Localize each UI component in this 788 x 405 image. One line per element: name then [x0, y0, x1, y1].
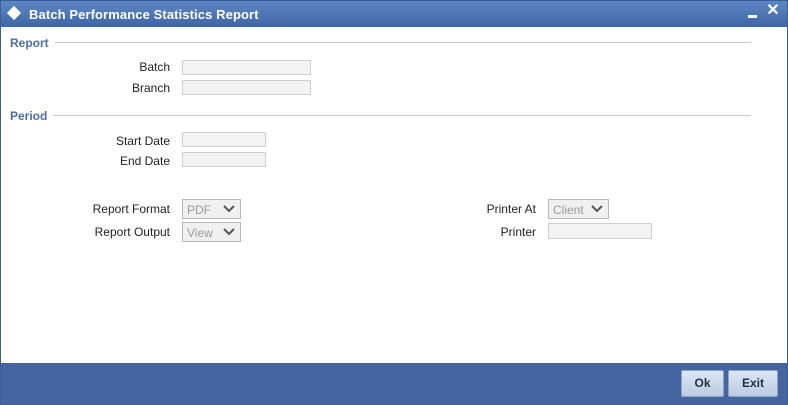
batch-field[interactable] [182, 60, 311, 75]
period-section-title: Period [10, 109, 48, 123]
start-date-label: Start Date [115, 134, 170, 148]
start-date-field[interactable] [182, 132, 266, 147]
report-section-title: Report [10, 36, 49, 50]
footer-bar: Ok Exit [1, 363, 787, 404]
printer-at-select[interactable]: Client [548, 199, 609, 219]
diamond-icon [6, 5, 22, 21]
period-section-divider [53, 115, 751, 116]
exit-button[interactable]: Exit [728, 370, 778, 397]
chevron-down-icon [223, 228, 235, 236]
report-format-label: Report Format [92, 202, 170, 216]
printer-at-value: Client [553, 203, 584, 217]
printer-label: Printer [500, 225, 536, 239]
printer-at-label: Printer At [486, 202, 536, 216]
printer-field[interactable] [548, 223, 652, 239]
end-date-field[interactable] [182, 152, 266, 167]
ok-button[interactable]: Ok [681, 370, 724, 397]
report-output-label: Report Output [94, 225, 170, 239]
chevron-down-icon [223, 205, 235, 213]
batch-label: Batch [139, 60, 170, 74]
chevron-down-icon [591, 205, 603, 213]
end-date-label: End Date [119, 154, 170, 168]
report-output-select[interactable]: View [182, 222, 241, 242]
report-window: Batch Performance Statistics Report ✕ Re… [0, 0, 788, 405]
report-section-divider [55, 42, 751, 43]
report-format-select[interactable]: PDF [182, 199, 241, 219]
title-bar: Batch Performance Statistics Report ✕ [1, 1, 787, 27]
window-title: Batch Performance Statistics Report [29, 7, 259, 22]
report-format-value: PDF [187, 203, 211, 217]
minimize-icon[interactable] [745, 4, 761, 22]
close-icon[interactable]: ✕ [765, 3, 781, 21]
branch-label: Branch [131, 81, 170, 95]
report-output-value: View [187, 226, 213, 240]
branch-field[interactable] [182, 80, 311, 95]
